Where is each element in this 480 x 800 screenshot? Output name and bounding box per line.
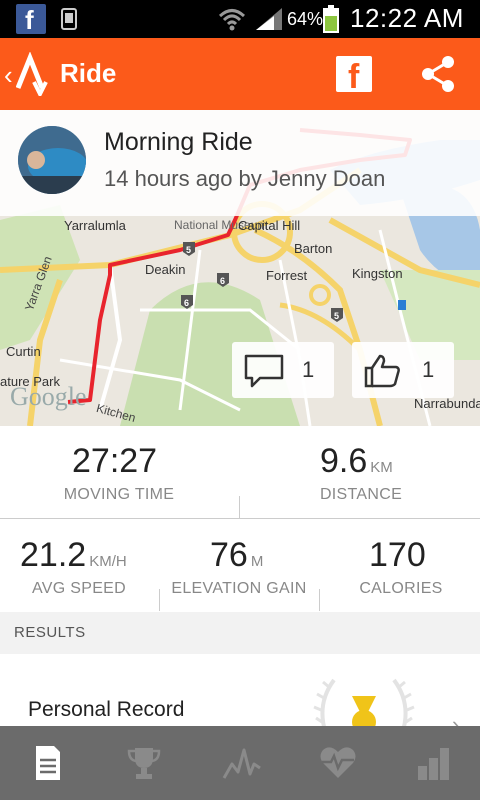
divider — [239, 496, 240, 518]
avg-speed-unit: KM/H — [89, 553, 127, 570]
elevation-value: 76 M — [210, 536, 263, 575]
battery-icon — [323, 5, 339, 33]
thumbs-up-icon — [364, 354, 400, 388]
share-icon[interactable] — [418, 54, 458, 94]
map-label-kingston: Kingston — [352, 266, 403, 281]
trophy-icon — [127, 748, 161, 779]
svg-text:5: 5 — [186, 245, 191, 255]
battery-percent: 64% — [287, 9, 324, 29]
map-label-yarralumla: Yarralumla — [64, 218, 126, 233]
facebook-notification-icon: f — [16, 4, 46, 35]
pulse-icon — [222, 748, 261, 779]
elevation-unit: M — [250, 553, 264, 570]
divider — [159, 589, 160, 611]
distance-label: DISTANCE — [319, 486, 403, 503]
tab-overview[interactable] — [0, 726, 96, 800]
tab-stats[interactable] — [384, 726, 480, 800]
map-label-deakin: Deakin — [145, 262, 186, 277]
medal-icon — [313, 678, 415, 734]
back-chevron-icon[interactable]: ‹ — [4, 60, 13, 91]
elevation-label: ELEVATION GAIN — [171, 580, 307, 597]
signal-icon — [256, 8, 282, 30]
divider — [0, 518, 480, 519]
tab-heart-rate[interactable] — [288, 726, 384, 800]
tab-achievements[interactable] — [96, 726, 192, 800]
action-bar: ‹ Ride f — [0, 38, 480, 110]
comments-button[interactable]: 1 — [232, 342, 334, 398]
elevation-number: 76 — [210, 536, 248, 574]
kudos-count: 1 — [422, 357, 435, 382]
personal-record-label: Personal Record — [28, 698, 185, 721]
route-map[interactable]: 5 6 6 5 National Museum Yarralumla Capit… — [0, 110, 480, 426]
avatar[interactable] — [18, 126, 86, 194]
moving-time-value: 27:27 — [72, 442, 158, 480]
tab-analysis[interactable] — [192, 726, 288, 800]
calories-label: CALORIES — [359, 580, 443, 597]
wifi-icon — [218, 9, 246, 31]
moving-time-label: MOVING TIME — [63, 486, 175, 503]
stats-panel: 27:27 MOVING TIME 9.6 KM DISTANCE 21.2 KM/… — [0, 426, 480, 612]
google-attribution: Google — [10, 382, 87, 411]
svg-text:5: 5 — [334, 311, 339, 321]
strava-logo-icon[interactable] — [16, 52, 50, 96]
clock: 12:22 AM — [350, 3, 464, 33]
calories-value: 170 — [369, 536, 426, 574]
distance-number: 9.6 — [320, 442, 368, 480]
divider — [319, 589, 320, 611]
heart-icon — [320, 747, 356, 778]
distance-value: 9.6 KM — [320, 442, 393, 481]
bottom-nav — [0, 726, 480, 800]
comment-icon — [244, 354, 284, 388]
personal-record-row[interactable]: Personal Record › — [0, 654, 480, 737]
avg-speed-value: 21.2 KM/H — [20, 536, 127, 575]
activity-subtitle: 14 hours ago by Jenny Doan — [104, 166, 386, 191]
avg-speed-label: AVG SPEED — [32, 580, 126, 597]
distance-unit: KM — [370, 459, 393, 476]
activity-header: Morning Ride 14 hours ago by Jenny Doan — [0, 110, 480, 216]
status-bar: f 64% 12:22 AM — [0, 0, 480, 38]
map-label-narrabundah: Narrabundah — [414, 396, 480, 411]
svg-text:6: 6 — [220, 276, 225, 286]
avg-speed-number: 21.2 — [20, 536, 87, 574]
map-label-capital-hill: Capital Hill — [238, 218, 301, 233]
facebook-icon[interactable]: f — [336, 56, 372, 96]
svg-text:6: 6 — [184, 298, 189, 308]
page-title: Ride — [60, 58, 117, 88]
map-label-barton: Barton — [294, 241, 333, 256]
comments-count: 1 — [302, 357, 315, 382]
results-header-label: RESULTS — [14, 624, 86, 641]
activity-title: Morning Ride — [104, 128, 253, 156]
overview-doc-icon — [36, 746, 60, 780]
map-label-forrest: Forrest — [266, 268, 308, 283]
results-header: RESULTS — [0, 612, 480, 654]
map-label-curtin: Curtin — [6, 344, 41, 359]
phone-icon — [61, 8, 77, 30]
kudos-button[interactable]: 1 — [352, 342, 454, 398]
bar-chart-icon — [418, 748, 449, 780]
